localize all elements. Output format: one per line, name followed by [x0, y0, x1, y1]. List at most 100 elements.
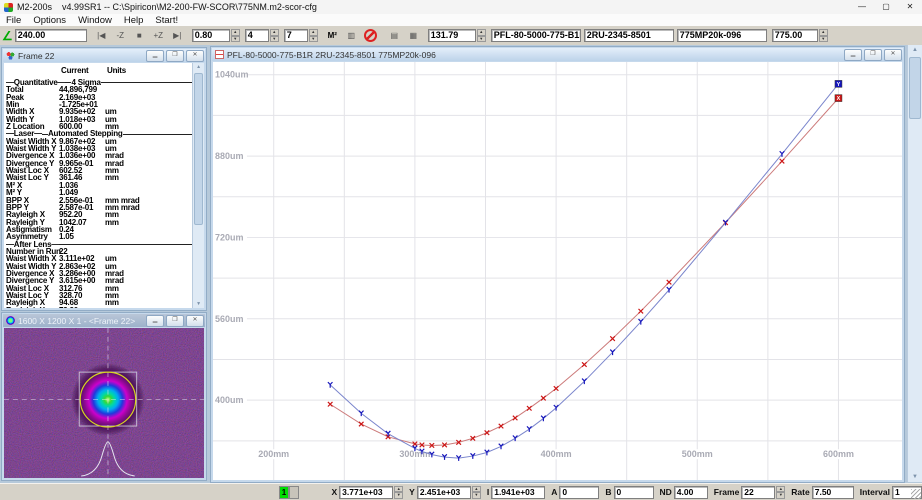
serial1-input[interactable]: PFL-80-5000-775-B1R [491, 29, 581, 42]
results-close-button[interactable]: ✕ [186, 50, 204, 62]
beam-window[interactable]: 1600 X 1200 X 1 - <Frame 22> ▁ ❐ ✕ [1, 312, 207, 481]
stage-plus-z-button[interactable]: +Z [150, 28, 167, 44]
scroll-down-icon[interactable]: ▼ [193, 301, 204, 307]
status-field-nd[interactable]: 4.00 [674, 486, 708, 499]
data-marker-x[interactable] [527, 406, 532, 411]
gain-spinner[interactable]: ▲▼ [309, 29, 318, 42]
menu-window[interactable]: Window [72, 15, 118, 26]
data-marker-x[interactable] [513, 416, 518, 421]
menu-options[interactable]: Options [27, 15, 72, 26]
status-label-rate: Rate [791, 487, 809, 497]
averaging-spinner[interactable]: ▲▼ [270, 29, 279, 42]
status-spinner-x[interactable]: ▲▼ [394, 486, 403, 499]
resize-grip[interactable] [911, 489, 921, 499]
data-marker-x[interactable] [328, 402, 333, 407]
results-scrollbar[interactable]: ▲ ▼ [192, 63, 204, 308]
data-marker-x[interactable] [667, 280, 672, 285]
gain-input[interactable]: 7 [284, 29, 308, 42]
menu-file[interactable]: File [0, 15, 27, 26]
results-scroll-thumb[interactable] [194, 73, 203, 225]
wavelength-spinner[interactable]: ▲▼ [819, 29, 828, 42]
run-indicator: 1 [279, 486, 289, 499]
data-marker-x[interactable] [582, 362, 587, 367]
data-marker-x[interactable] [359, 422, 364, 427]
stage-end-button[interactable]: ▶| [169, 28, 186, 44]
stage-home-button[interactable]: |◀ [93, 28, 110, 44]
results-window-titlebar[interactable]: Frame 22 ▁ ❐ ✕ [3, 49, 205, 62]
maximize-button[interactable]: ▢ [874, 0, 898, 14]
serial3-input[interactable]: 775MP20k-096 [677, 29, 767, 42]
beam-minimize-button[interactable]: ▁ [146, 315, 164, 327]
x-tick-label: 600mm [823, 449, 854, 459]
exposure-spinner[interactable]: ▲▼ [231, 29, 240, 42]
stage-minus-z-button[interactable]: -Z [112, 28, 129, 44]
scroll-up-icon[interactable]: ▲ [193, 64, 204, 70]
minimize-button[interactable]: — [850, 0, 874, 14]
serial2-input[interactable]: 2RU-2345-8501 [584, 29, 674, 42]
results-minimize-button[interactable]: ▁ [146, 50, 164, 62]
data-marker-x[interactable] [499, 424, 504, 429]
data-marker-x[interactable] [639, 309, 644, 314]
x-tick-label: 400mm [541, 449, 572, 459]
wavelength-input[interactable]: 775.00 [772, 29, 818, 42]
beam-window-title: 1600 X 1200 X 1 - <Frame 22> [18, 316, 144, 326]
m2-caustic-chart: 200mm300mm400mm500mm600mm1040um880um720u… [213, 62, 902, 480]
print-button[interactable]: ▤ [386, 28, 403, 44]
beam-close-button[interactable]: ✕ [186, 315, 204, 327]
data-marker-y[interactable] [513, 436, 518, 442]
lens-focal-spinner[interactable]: ▲▼ [477, 29, 486, 42]
status-field-a[interactable]: 0 [559, 486, 599, 499]
stage-stop-button[interactable]: ■ [131, 28, 148, 44]
series-line-x [330, 98, 838, 445]
status-field-i[interactable]: 1.941e+03 [491, 486, 545, 499]
status-field-y[interactable]: 2.451e+03 [417, 486, 471, 499]
data-marker-y[interactable] [499, 444, 504, 450]
y-tick-label: 400um [215, 395, 243, 405]
lens-focal-input[interactable]: 131.79 [428, 29, 476, 42]
data-marker-x[interactable] [780, 159, 785, 164]
exposure-input[interactable]: 0.80 [192, 29, 230, 42]
data-marker-y[interactable] [541, 416, 546, 422]
status-label-a: A [551, 487, 557, 497]
status-field-x[interactable]: 3.771e+03 [339, 486, 393, 499]
current-frame-letter: X [837, 96, 841, 102]
chart-restore-button[interactable]: ❐ [864, 49, 882, 61]
scroll-up-icon[interactable]: ▲ [908, 47, 922, 53]
averaging-input[interactable]: 4 [245, 29, 269, 42]
mdi-scrollbar[interactable]: ▲ ▼ [907, 45, 922, 482]
status-label-y: Y [409, 487, 415, 497]
data-marker-x[interactable] [610, 336, 615, 341]
report-button[interactable]: ▦ [405, 28, 422, 44]
status-spinner-y[interactable]: ▲▼ [472, 486, 481, 499]
table-row: Peak2.169e+03 [6, 94, 204, 101]
results-restore-button[interactable]: ❐ [166, 50, 184, 62]
chart-minimize-button[interactable]: ▁ [844, 49, 862, 61]
status-label-i: I [487, 487, 489, 497]
status-field-b[interactable]: 0 [614, 486, 654, 499]
chart-window[interactable]: PFL-80-5000-775-B1R 2RU-2345-8501 775MP2… [210, 46, 905, 483]
title-bar: M2-200s v4.99SR1 -- C:\Spiricon\M2-200-F… [0, 0, 922, 15]
chart-close-button[interactable]: ✕ [884, 49, 902, 61]
data-marker-y[interactable] [527, 426, 532, 432]
beam-window-titlebar[interactable]: 1600 X 1200 X 1 - <Frame 22> ▁ ❐ ✕ [3, 314, 205, 327]
beam-restore-button[interactable]: ❐ [166, 315, 184, 327]
mdi-scroll-thumb[interactable] [909, 57, 921, 119]
results-window[interactable]: Frame 22 ▁ ❐ ✕ Current Units —Quantitati… [1, 47, 207, 311]
trigger-level-input[interactable]: 240.00 [15, 29, 87, 42]
table-row: Total44,896,799 [6, 86, 204, 93]
scroll-down-icon[interactable]: ▼ [908, 474, 922, 480]
data-marker-y[interactable] [359, 411, 364, 417]
current-frame-letter: Y [837, 82, 841, 88]
pause-indicator [289, 486, 299, 499]
status-field-frame[interactable]: 22 [741, 486, 775, 499]
m2-run-button[interactable]: M² [324, 28, 341, 44]
chart-window-title: PFL-80-5000-775-B1R 2RU-2345-8501 775MP2… [227, 50, 842, 60]
status-field-rate[interactable]: 7.50 [812, 486, 854, 499]
menu-start[interactable]: Start! [149, 15, 184, 26]
close-button[interactable]: ✕ [898, 0, 922, 14]
aperture-icon[interactable]: ▥ [343, 28, 360, 44]
abort-button[interactable] [362, 28, 379, 44]
chart-window-titlebar[interactable]: PFL-80-5000-775-B1R 2RU-2345-8501 775MP2… [212, 48, 903, 61]
status-spinner-frame[interactable]: ▲▼ [776, 486, 785, 499]
menu-help[interactable]: Help [118, 15, 150, 26]
